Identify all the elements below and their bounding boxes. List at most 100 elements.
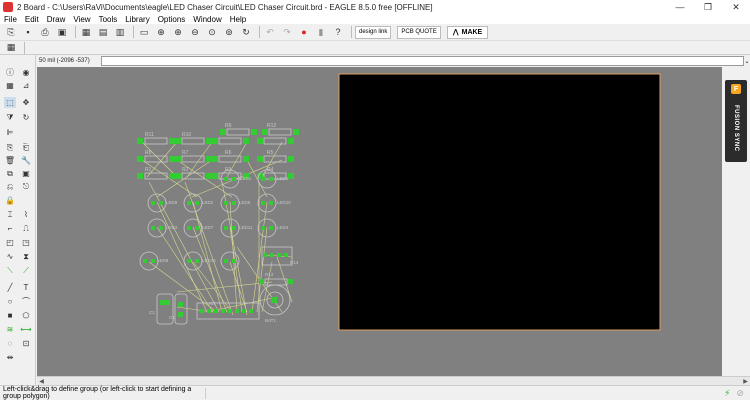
status-bar: Left-click&drag to define group (or left… xyxy=(0,385,750,400)
make-button[interactable]: ⋀ MAKE xyxy=(446,25,489,39)
lock-icon[interactable]: 🔒 xyxy=(4,195,16,206)
fanout-icon[interactable]: ◳ xyxy=(20,237,32,248)
menu-options[interactable]: Options xyxy=(158,15,186,24)
rectangle-icon[interactable]: ■ xyxy=(4,310,16,321)
layer-stack-icon[interactable]: ≋ xyxy=(4,324,16,335)
ulp-icon[interactable]: ▥ xyxy=(113,26,127,39)
undo-icon[interactable]: ↶ xyxy=(263,26,277,39)
cam-icon[interactable]: ▣ xyxy=(55,26,69,39)
menu-view[interactable]: View xyxy=(73,15,90,24)
move-icon[interactable]: ✥ xyxy=(20,97,32,108)
menu-tools[interactable]: Tools xyxy=(99,15,118,24)
make-label: MAKE xyxy=(461,28,483,36)
smash-icon[interactable]: ⎌ xyxy=(4,181,16,192)
led-label: LED12 xyxy=(202,258,216,263)
resistor-label: R10 xyxy=(182,132,191,138)
board-canvas[interactable]: R11 R10 R9 R12 R8 R7 R6 R5 R1 R2 R3 R4 L… xyxy=(37,67,722,376)
open-icon[interactable]: ⎘ xyxy=(4,26,18,39)
board-icon[interactable]: ▤ xyxy=(96,26,110,39)
ratsnest-icon[interactable]: ⧗ xyxy=(20,251,32,262)
value-icon[interactable]: ⎋ xyxy=(20,181,32,192)
save-icon[interactable]: ▪ xyxy=(21,26,35,39)
fusion-sync-tab[interactable]: F FUSION SYNC xyxy=(725,80,747,162)
group-icon[interactable]: ⬚ xyxy=(4,97,16,108)
redo-icon[interactable]: ↷ xyxy=(280,26,294,39)
led-label: LED11 xyxy=(239,225,253,230)
ripup-icon[interactable]: ⎍ xyxy=(20,223,32,234)
menu-draw[interactable]: Draw xyxy=(47,15,66,24)
menu-window[interactable]: Window xyxy=(193,15,221,24)
component-label: IC1 xyxy=(209,301,217,306)
schematic-icon[interactable]: ▦ xyxy=(79,26,93,39)
layer-select-icon[interactable]: ▭ xyxy=(137,26,151,39)
zoom-in-icon[interactable]: ⊕ xyxy=(171,26,185,39)
align-icon[interactable]: ⊫ xyxy=(4,127,16,138)
show-icon[interactable]: ◉ xyxy=(20,67,32,78)
split-icon[interactable]: ⌶ xyxy=(4,209,16,220)
led-label: LED5 xyxy=(277,176,289,181)
right-panel: F FUSION SYNC xyxy=(722,67,750,376)
redraw-icon[interactable]: ↻ xyxy=(239,26,253,39)
toolbar-separator xyxy=(259,26,260,38)
design-link-button[interactable]: design link xyxy=(355,25,392,39)
command-input[interactable] xyxy=(100,56,745,66)
signal-icon[interactable]: ⟍ xyxy=(4,265,16,276)
go-icon[interactable]: ▮ xyxy=(314,26,328,39)
maximize-button[interactable]: ❐ xyxy=(694,0,722,14)
minimize-button[interactable]: — xyxy=(666,0,694,14)
polygon-icon[interactable]: ⬠ xyxy=(20,310,32,321)
zoom-select-icon[interactable]: ⊙ xyxy=(205,26,219,39)
dimension-icon[interactable]: ⟷ xyxy=(20,324,32,335)
grid-icon[interactable]: ▦ xyxy=(4,41,18,54)
delete-icon[interactable]: 🗑 xyxy=(4,155,16,166)
resistor-label: R1 xyxy=(145,167,152,173)
horizontal-scrollbar[interactable]: ◀ ▶ xyxy=(37,376,750,385)
close-button[interactable]: ✕ xyxy=(722,0,750,14)
zoom-out-icon[interactable]: ⊖ xyxy=(188,26,202,39)
stop-status-icon[interactable]: ⊘ xyxy=(736,388,744,399)
design-link-label: design link xyxy=(359,29,388,35)
route-icon[interactable]: ⌐ xyxy=(4,223,16,234)
led-label: LED3 xyxy=(166,225,178,230)
mark-icon[interactable]: ⊿ xyxy=(20,80,32,91)
print-icon[interactable]: ⎙ xyxy=(38,26,52,39)
command-dropdown[interactable]: ⌄ xyxy=(744,56,750,66)
zoom-last-icon[interactable]: ⊚ xyxy=(222,26,236,39)
paste-icon[interactable]: ⎗ xyxy=(20,142,32,153)
board-drawing: R11 R10 R9 R12 R8 R7 R6 R5 R1 R2 R3 R4 L… xyxy=(137,73,661,331)
mirror-icon[interactable]: ⧩ xyxy=(4,112,16,123)
line-icon[interactable]: ╱ xyxy=(4,282,16,293)
circle-icon[interactable]: ○ xyxy=(4,296,16,307)
arc-icon[interactable]: ⌒ xyxy=(20,296,32,307)
via-icon[interactable]: ⊡ xyxy=(20,338,32,349)
menu-help[interactable]: Help xyxy=(230,15,246,24)
zoom-fit-icon[interactable]: ⊕ xyxy=(154,26,168,39)
component-label: BAT1 xyxy=(265,318,276,323)
pcb-quote-button[interactable]: PCB QUOTE xyxy=(397,25,441,39)
attribute-icon[interactable]: ⇹ xyxy=(4,352,16,363)
text-icon[interactable]: T xyxy=(20,282,32,293)
optimize-icon[interactable]: ⌇ xyxy=(20,209,32,220)
replace-icon[interactable]: ⧉ xyxy=(4,168,16,179)
autorouter-icon[interactable]: ∿ xyxy=(4,251,16,262)
status-field xyxy=(205,387,206,399)
display-icon[interactable]: ▦ xyxy=(4,80,16,91)
hole-icon[interactable]: ◌ xyxy=(4,338,16,349)
fusion-icon: F xyxy=(731,84,741,94)
copy-icon[interactable]: ⎘ xyxy=(4,142,16,153)
coordinate-readout: 50 mil (-2096 -537) xyxy=(39,58,90,64)
name-icon[interactable]: ▣ xyxy=(20,168,32,179)
help-icon[interactable]: ? xyxy=(331,26,345,39)
lightning-icon[interactable]: ⚡ xyxy=(724,388,730,399)
via-route-icon[interactable]: ⟋ xyxy=(20,265,32,276)
change-icon[interactable]: 🔧 xyxy=(20,155,32,166)
rotate-icon[interactable]: ↻ xyxy=(20,112,32,123)
led-label: LED9 xyxy=(166,200,178,205)
menu-edit[interactable]: Edit xyxy=(25,15,39,24)
meander-icon[interactable]: ◰ xyxy=(4,237,16,248)
led-label: LED10 xyxy=(277,200,291,205)
stop-icon[interactable]: ● xyxy=(297,26,311,39)
info-icon[interactable]: ⓘ xyxy=(4,67,16,78)
menu-file[interactable]: File xyxy=(4,15,17,24)
menu-library[interactable]: Library xyxy=(125,15,149,24)
